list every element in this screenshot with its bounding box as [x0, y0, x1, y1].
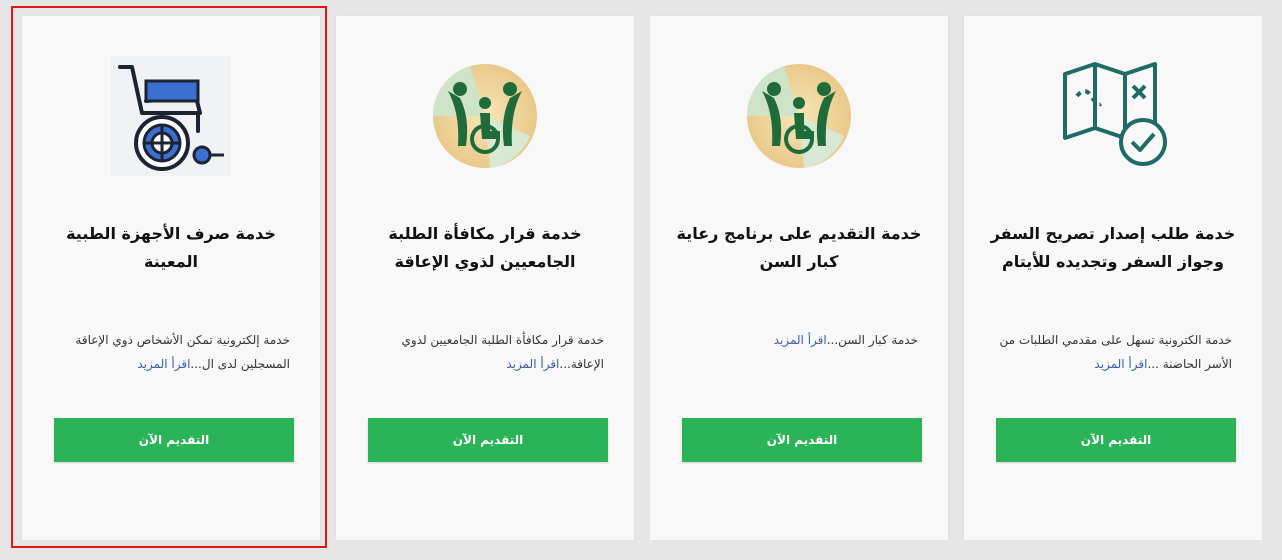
- service-image: [650, 46, 948, 186]
- disability-people-icon: [432, 64, 537, 168]
- description-text: خدمة كبار السن...: [826, 333, 918, 347]
- service-title: خدمة قرار مكافأة الطلبة الجامعيين لذوي ا…: [388, 224, 582, 271]
- service-card-medical-devices: خدمة صرف الأجهزة الطبية المعينة خدمة إلك…: [22, 16, 320, 540]
- wheelchair-icon: [111, 56, 231, 176]
- services-page: خدمة طلب إصدار تصريح السفر وجواز السفر و…: [0, 0, 1282, 560]
- service-card-elderly-care: خدمة التقديم على برنامج رعاية كبار السن …: [650, 16, 948, 540]
- service-description: خدمة قرار مكافأة الطلبة الجامعيين لذوي ا…: [360, 328, 604, 376]
- apply-now-button[interactable]: التقديم الآن: [54, 418, 294, 462]
- service-image: [22, 46, 320, 186]
- map-check-icon: [1063, 62, 1167, 166]
- apply-now-button[interactable]: التقديم الآن: [996, 418, 1236, 462]
- service-title: خدمة صرف الأجهزة الطبية المعينة: [66, 224, 276, 271]
- service-image: [336, 46, 634, 186]
- read-more-link[interactable]: اقرأ المزيد: [774, 333, 827, 347]
- service-image: [964, 46, 1262, 186]
- service-card-student-reward: خدمة قرار مكافأة الطلبة الجامعيين لذوي ا…: [336, 16, 634, 540]
- service-description: خدمة كبار السن...اقرأ المزيد: [674, 328, 918, 352]
- apply-now-button[interactable]: التقديم الآن: [368, 418, 608, 462]
- read-more-link[interactable]: اقرأ المزيد: [1094, 357, 1147, 371]
- service-card-orphan-travel: خدمة طلب إصدار تصريح السفر وجواز السفر و…: [964, 16, 1262, 540]
- service-title: خدمة التقديم على برنامج رعاية كبار السن: [676, 224, 922, 271]
- read-more-link[interactable]: اقرأ المزيد: [506, 357, 559, 371]
- description-text: خدمة قرار مكافأة الطلبة الجامعيين لذوي ا…: [401, 333, 604, 371]
- service-title: خدمة طلب إصدار تصريح السفر وجواز السفر و…: [990, 224, 1236, 271]
- service-description: خدمة الكترونية تسهل على مقدمي الطلبات من…: [988, 328, 1232, 376]
- read-more-link[interactable]: اقرأ المزيد: [137, 357, 190, 371]
- apply-now-button[interactable]: التقديم الآن: [682, 418, 922, 462]
- service-cards: خدمة طلب إصدار تصريح السفر وجواز السفر و…: [22, 16, 1262, 540]
- disability-people-icon: [746, 64, 851, 168]
- service-description: خدمة إلكترونية تمكن الأشخاص ذوي الإعاقة …: [46, 328, 290, 376]
